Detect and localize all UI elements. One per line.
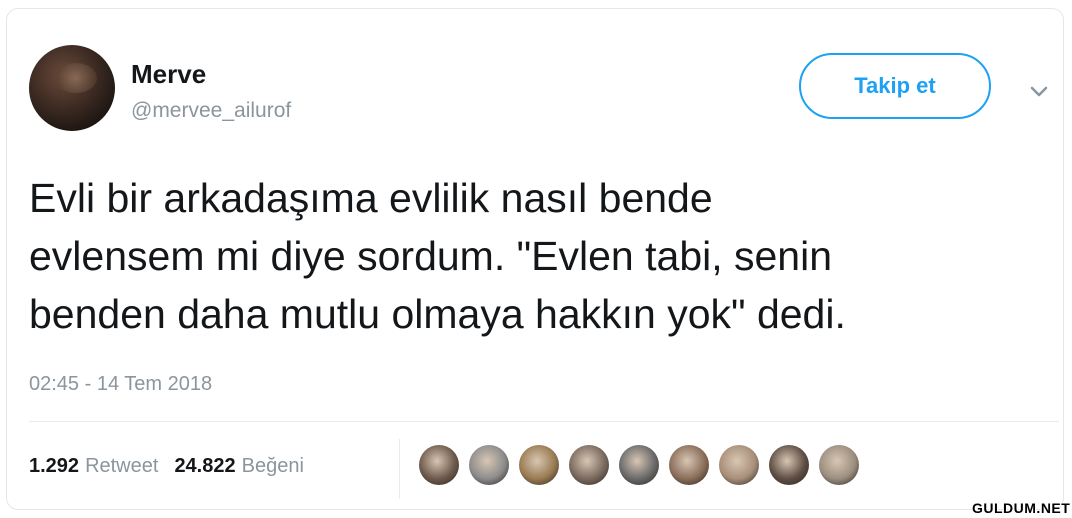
tweet-line: evlensem mi diye sordum. "Evlen tabi, se… <box>29 233 833 279</box>
liker-avatar[interactable] <box>469 445 509 485</box>
watermark: GULDUM.NET <box>972 500 1071 516</box>
liker-avatar[interactable] <box>669 445 709 485</box>
avatar[interactable] <box>29 45 115 131</box>
divider <box>399 439 400 499</box>
likers-avatars <box>419 445 859 485</box>
follow-button[interactable]: Takip et <box>799 53 991 119</box>
like-count: 24.822 <box>174 455 236 477</box>
liker-avatar[interactable] <box>569 445 609 485</box>
tweet-text: Evli bir arkadaşıma evlilik nasıl bende … <box>29 169 1049 343</box>
divider <box>29 421 1059 422</box>
tweet-stats: 1.292 Retweet 24.822 Beğeni <box>29 455 304 478</box>
user-name[interactable]: Merve <box>131 59 206 90</box>
retweet-count: 1.292 <box>29 455 80 477</box>
tweet-timestamp[interactable]: 02:45 - 14 Tem 2018 <box>29 373 212 396</box>
chevron-down-icon[interactable] <box>1029 85 1049 99</box>
tweet-card: Merve @mervee_ailurof Takip et Evli bir … <box>6 8 1064 510</box>
liker-avatar[interactable] <box>819 445 859 485</box>
liker-avatar[interactable] <box>519 445 559 485</box>
like-stat[interactable]: 24.822 Beğeni <box>174 455 303 478</box>
liker-avatar[interactable] <box>719 445 759 485</box>
user-handle[interactable]: @mervee_ailurof <box>131 99 291 123</box>
retweet-label: Retweet <box>85 455 159 477</box>
tweet-line: benden daha mutlu olmaya hakkın yok" ded… <box>29 291 846 337</box>
like-label: Beğeni <box>241 455 304 477</box>
retweet-stat[interactable]: 1.292 Retweet <box>29 455 158 478</box>
liker-avatar[interactable] <box>619 445 659 485</box>
liker-avatar[interactable] <box>419 445 459 485</box>
liker-avatar[interactable] <box>769 445 809 485</box>
tweet-line: Evli bir arkadaşıma evlilik nasıl bende <box>29 175 713 221</box>
